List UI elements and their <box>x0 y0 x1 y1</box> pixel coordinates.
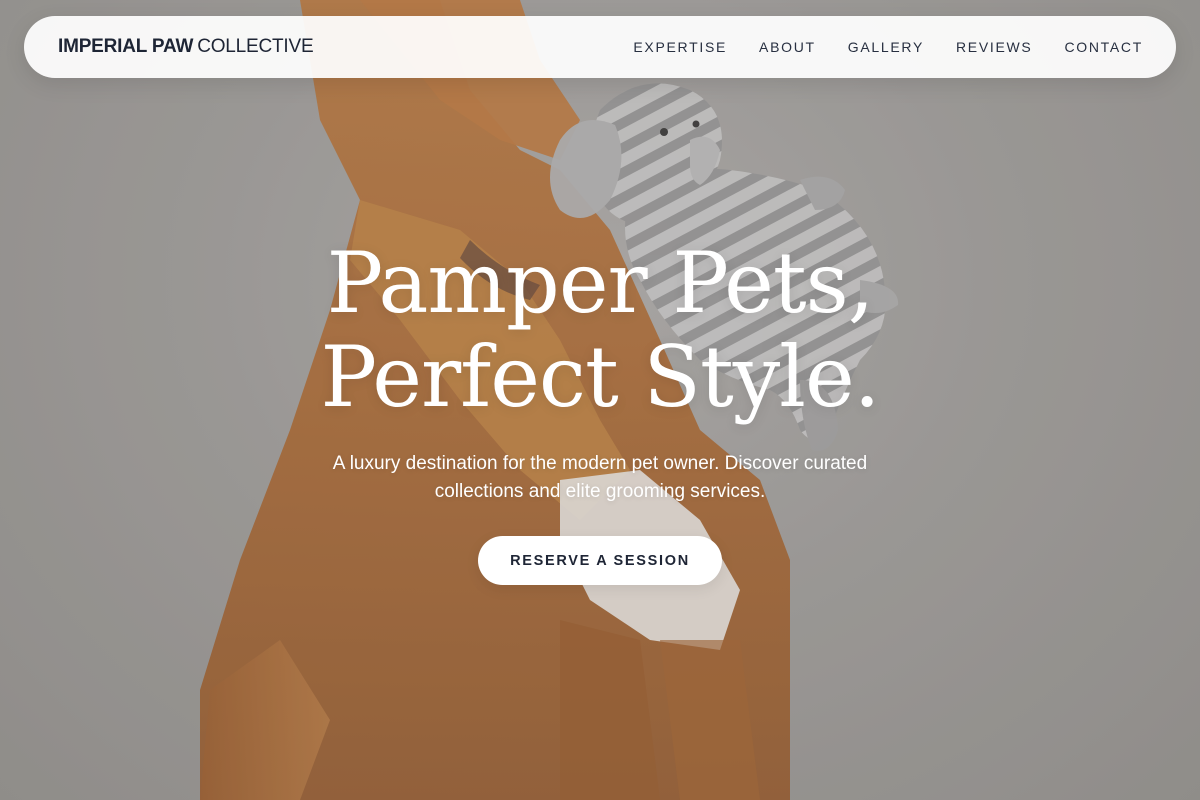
hero-title-line-2: Perfect Style. <box>320 328 881 426</box>
brand-name-light: COLLECTIVE <box>197 36 314 57</box>
nav-links: EXPERTISE ABOUT GALLERY REVIEWS CONTACT <box>633 39 1143 55</box>
reserve-session-button[interactable]: RESERVE A SESSION <box>478 536 722 585</box>
nav-link-reviews[interactable]: REVIEWS <box>956 39 1032 55</box>
brand-name-bold: IMPERIAL PAW <box>58 36 194 57</box>
hero-title-line-1: Pamper Pets, <box>326 234 875 332</box>
hero-subtitle: A luxury destination for the modern pet … <box>332 453 868 502</box>
nav-link-gallery[interactable]: GALLERY <box>848 39 924 55</box>
nav-link-contact[interactable]: CONTACT <box>1064 39 1143 55</box>
nav-link-expertise[interactable]: EXPERTISE <box>633 39 727 55</box>
nav-link-about[interactable]: ABOUT <box>759 39 816 55</box>
hero-title: Pamper Pets, Perfect Style. <box>0 236 1200 424</box>
brand-logo[interactable]: IMPERIAL PAW COLLECTIVE <box>58 36 314 58</box>
top-navbar: IMPERIAL PAW COLLECTIVE EXPERTISE ABOUT G… <box>24 16 1176 78</box>
hero-content: Pamper Pets, Perfect Style. A luxury des… <box>0 236 1200 585</box>
